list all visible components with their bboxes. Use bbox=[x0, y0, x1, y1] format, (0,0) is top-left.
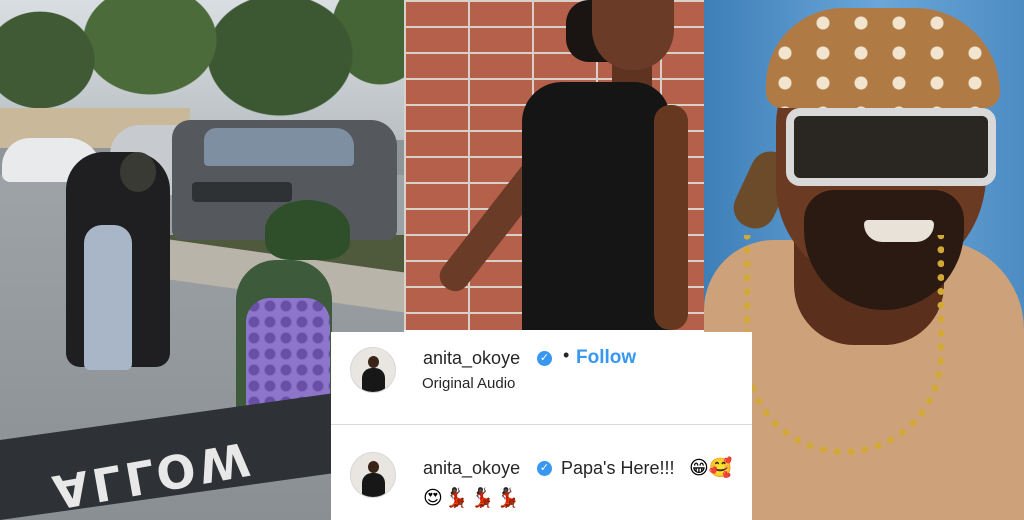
woman-face bbox=[592, 0, 674, 70]
verified-badge-icon: ✓ bbox=[537, 351, 552, 366]
separator-dot: • bbox=[563, 345, 570, 365]
verified-badge-icon: ✓ bbox=[537, 461, 552, 476]
man-head bbox=[120, 152, 156, 192]
avatar[interactable] bbox=[350, 452, 396, 498]
avatar-head bbox=[368, 356, 379, 368]
avatar-head bbox=[368, 461, 379, 473]
comment-emojis: 😍💃🏿💃🏿💃🏿 bbox=[423, 488, 522, 509]
divider bbox=[331, 424, 752, 425]
suv-grille bbox=[192, 182, 292, 202]
comment-username[interactable]: anita_okoye bbox=[423, 458, 520, 479]
comment-row: anita_okoye ✓ Papa's Here!!! 😁🥰 😍💃🏿💃🏿💃🏿 bbox=[331, 450, 752, 520]
child bbox=[84, 225, 132, 370]
avatar-body bbox=[362, 473, 385, 497]
comment-emojis: 😁🥰 bbox=[689, 458, 733, 479]
avatar-body bbox=[362, 368, 385, 392]
audio-label[interactable]: Original Audio bbox=[422, 375, 515, 392]
instagram-post-card: anita_okoye ✓ • Follow Original Audio an… bbox=[331, 332, 752, 520]
post-username[interactable]: anita_okoye bbox=[423, 348, 520, 369]
woman-arm-right bbox=[654, 105, 688, 330]
sunglasses bbox=[786, 108, 996, 186]
photo-woman-brick-wall bbox=[404, 0, 704, 330]
gold-chain bbox=[744, 235, 944, 455]
black-dress bbox=[522, 82, 670, 330]
post-header: anita_okoye ✓ • Follow Original Audio bbox=[331, 332, 752, 410]
follow-button[interactable]: Follow bbox=[576, 347, 636, 369]
comment-text: Papa's Here!!! bbox=[561, 458, 675, 478]
avatar[interactable] bbox=[350, 347, 396, 393]
suv-window bbox=[204, 128, 354, 166]
shrub bbox=[265, 200, 350, 260]
photo-man-sunglasses bbox=[704, 0, 1024, 520]
bandana bbox=[766, 8, 1000, 108]
